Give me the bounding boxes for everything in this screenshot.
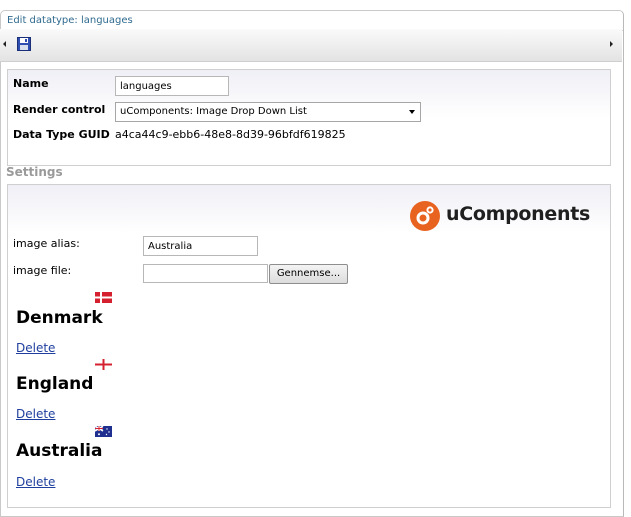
delete-link[interactable]: Delete — [16, 341, 55, 355]
language-name: Denmark — [16, 308, 103, 328]
toolbar — [0, 29, 622, 62]
image-file-label: image file: — [13, 264, 72, 277]
render-control-select[interactable]: uComponents: Image Drop Down List — [115, 102, 421, 122]
scroll-left-icon[interactable] — [3, 41, 6, 47]
australia-flag-icon — [95, 426, 112, 437]
chevron-down-icon — [409, 110, 415, 114]
datatype-properties-panel: Name Render control uComponents: Image D… — [7, 69, 611, 166]
ucomponents-logo: uComponents — [410, 201, 592, 231]
denmark-flag-icon — [95, 292, 112, 303]
settings-panel: uComponents image alias: image file: Gen… — [7, 184, 611, 508]
render-control-value: uComponents: Image Drop Down List — [120, 106, 307, 117]
language-name: Australia — [16, 441, 103, 461]
image-file-input[interactable] — [143, 264, 268, 283]
language-name: England — [16, 374, 94, 394]
render-control-label: Render control — [13, 103, 106, 116]
image-alias-label: image alias: — [13, 237, 80, 250]
guid-value: a4ca44c9-ebb6-48e8-8d39-96bfdf619825 — [115, 128, 346, 141]
settings-heading: Settings — [6, 165, 63, 179]
scroll-right-icon[interactable] — [610, 41, 613, 47]
guid-label: Data Type GUID — [13, 128, 110, 141]
england-flag-icon — [95, 359, 112, 370]
logo-text: uComponents — [446, 203, 591, 225]
name-label: Name — [13, 77, 49, 90]
image-alias-input[interactable] — [143, 236, 258, 256]
name-input[interactable] — [115, 76, 229, 96]
browse-button[interactable]: Gennemse... — [269, 264, 348, 284]
delete-link[interactable]: Delete — [16, 475, 55, 489]
gear-icon — [410, 201, 440, 231]
delete-link[interactable]: Delete — [16, 407, 55, 421]
floppy-disk-save-icon[interactable] — [17, 37, 31, 51]
window-title: Edit datatype: languages — [1, 11, 623, 31]
